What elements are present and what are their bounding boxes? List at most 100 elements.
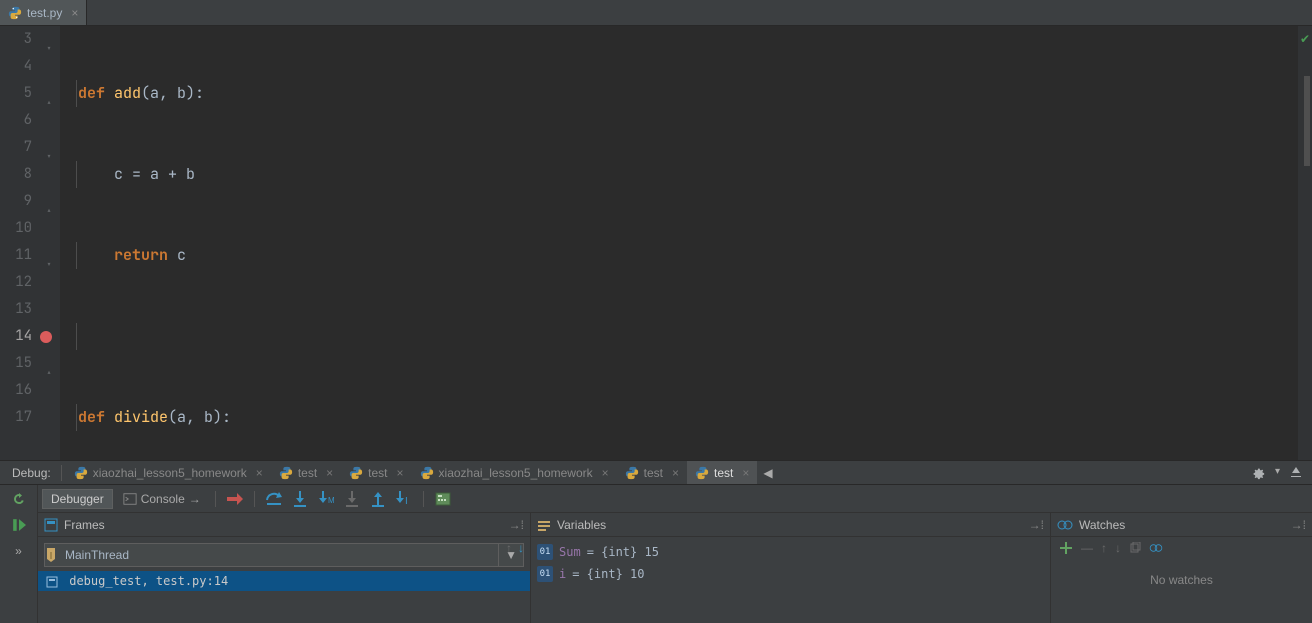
rerun-button[interactable] <box>9 489 29 509</box>
line-number: 7 <box>10 134 32 161</box>
watch-up-icon[interactable]: ↑ <box>1101 541 1107 555</box>
debug-run-tabs: Debug: xiaozhai_lesson5_homework × test … <box>0 461 1312 485</box>
line-number: 13 <box>10 296 32 323</box>
debug-panel-label: Debug: <box>6 466 57 480</box>
code-token: c <box>177 245 186 265</box>
line-number: 9 <box>10 188 32 215</box>
debug-run-tab-active[interactable]: test × <box>687 461 757 484</box>
debug-run-tab[interactable]: test × <box>617 461 687 484</box>
add-watch-icon[interactable] <box>1059 541 1073 555</box>
close-icon[interactable]: × <box>71 6 78 20</box>
debug-run-tab-label: test <box>298 466 317 480</box>
close-icon[interactable]: × <box>397 466 404 480</box>
python-run-icon <box>279 466 293 480</box>
close-icon[interactable]: × <box>742 466 749 480</box>
thread-selector[interactable]: MainThread ▼ <box>44 543 524 567</box>
breakpoint-icon[interactable] <box>40 331 52 343</box>
variable-value: = {int} 10 <box>572 567 644 581</box>
debug-run-tab-label: test <box>368 466 387 480</box>
code-token: (a, b) <box>168 407 222 427</box>
settings-dropdown-icon[interactable]: ▾ <box>1275 466 1280 480</box>
force-step-into-icon[interactable] <box>341 488 363 510</box>
thread-name: MainThread <box>65 548 129 562</box>
line-number: 14 <box>10 323 32 350</box>
resume-button[interactable] <box>9 515 29 535</box>
run-to-cursor-icon[interactable]: I <box>393 488 415 510</box>
copy-watch-icon[interactable] <box>1129 542 1141 554</box>
close-icon[interactable]: × <box>602 466 609 480</box>
dock-icon[interactable]: →⁞ <box>1291 518 1306 532</box>
editor-right-gutter[interactable]: ✔ <box>1298 26 1312 460</box>
stack-frame-label: debug_test, test.py:14 <box>69 574 228 588</box>
debug-run-tab-label: xiaozhai_lesson5_homework <box>93 466 247 480</box>
debug-run-tab-label: test <box>644 466 663 480</box>
remove-watch-icon[interactable]: — <box>1081 541 1093 555</box>
variable-name: Sum <box>559 545 581 559</box>
show-execution-point-icon[interactable] <box>224 488 246 510</box>
line-number: 12 <box>10 269 32 296</box>
python-run-icon <box>349 466 363 480</box>
python-file-icon <box>8 6 22 20</box>
editor-file-tab-label: test.py <box>27 6 62 20</box>
code-token: (a, b) <box>141 83 195 103</box>
show-watches-in-vars-icon[interactable] <box>1149 543 1163 553</box>
debug-side-toolbar: » <box>0 485 38 623</box>
variable-value: = {int} 15 <box>587 545 659 559</box>
python-run-icon <box>420 466 434 480</box>
python-run-icon <box>625 466 639 480</box>
debugger-tab[interactable]: Debugger <box>42 489 113 509</box>
variable-row[interactable]: 01 i = {int} 10 <box>537 563 1044 585</box>
console-arrow-icon: → <box>189 492 201 506</box>
console-tab[interactable]: Console → <box>117 492 207 506</box>
debug-run-tab-label: test <box>714 466 733 480</box>
step-into-icon[interactable] <box>289 488 311 510</box>
settings-gear-icon[interactable] <box>1251 466 1265 480</box>
debug-run-tab[interactable]: test × <box>271 461 341 484</box>
more-debug-icon[interactable]: » <box>9 541 29 561</box>
svg-text:M: M <box>328 496 334 505</box>
close-icon[interactable]: × <box>256 466 263 480</box>
frames-panel: Frames →⁞ ↑ ↓ <box>38 513 531 623</box>
line-number: 11 <box>10 242 32 269</box>
editor: 3▾ 4 5▴ 6 7▾ 8 9▴ 10 11▾ 12 13 14 15▴ 16… <box>0 26 1312 460</box>
evaluate-expression-icon[interactable] <box>432 488 454 510</box>
frames-title: Frames <box>64 518 105 532</box>
hide-panel-icon[interactable] <box>1290 466 1302 480</box>
code-token: : <box>195 83 204 103</box>
inspection-ok-icon[interactable]: ✔ <box>1300 32 1310 46</box>
editor-file-tab[interactable]: test.py × <box>0 0 87 25</box>
editor-gutter[interactable]: 3▾ 4 5▴ 6 7▾ 8 9▴ 10 11▾ 12 13 14 15▴ 16… <box>0 26 60 460</box>
python-run-icon <box>695 466 709 480</box>
debug-run-tab[interactable]: xiaozhai_lesson5_homework × <box>412 461 617 484</box>
watch-down-icon[interactable]: ↓ <box>1115 541 1121 555</box>
close-icon[interactable]: × <box>672 466 679 480</box>
stack-frame-row[interactable]: debug_test, test.py:14 <box>38 571 530 591</box>
debug-run-tab[interactable]: test × <box>341 461 411 484</box>
watches-panel: Watches →⁞ — ↑ ↓ <box>1051 513 1312 623</box>
fold-end-icon[interactable]: ▴ <box>42 89 52 99</box>
step-over-icon[interactable] <box>263 488 285 510</box>
variable-row[interactable]: 01 Sum = {int} 15 <box>537 541 1044 563</box>
separator <box>254 491 255 507</box>
fold-end-icon[interactable]: ▴ <box>42 197 52 207</box>
line-number: 10 <box>10 215 32 242</box>
fold-end-icon[interactable]: ▴ <box>42 359 52 369</box>
scrollbar-thumb[interactable] <box>1304 76 1310 166</box>
code-area[interactable]: def add(a, b): c = a + b return c def di… <box>60 26 1298 460</box>
frame-icon <box>46 576 58 588</box>
fold-icon[interactable]: ▾ <box>42 251 52 261</box>
frame-up-icon[interactable]: ↑ <box>506 541 512 555</box>
dock-icon[interactable]: →⁞ <box>509 518 524 532</box>
debug-run-tab[interactable]: xiaozhai_lesson5_homework × <box>66 461 271 484</box>
variables-title: Variables <box>557 518 606 532</box>
step-into-my-code-icon[interactable]: M <box>315 488 337 510</box>
separator <box>61 465 62 481</box>
dock-icon[interactable]: →⁞ <box>1029 518 1044 532</box>
frame-down-icon[interactable]: ↓ <box>518 541 524 555</box>
fold-icon[interactable]: ▾ <box>42 35 52 45</box>
watches-icon <box>1057 519 1073 531</box>
scroll-tabs-left-icon[interactable]: ◀ <box>763 466 772 480</box>
step-out-icon[interactable] <box>367 488 389 510</box>
fold-icon[interactable]: ▾ <box>42 143 52 153</box>
close-icon[interactable]: × <box>326 466 333 480</box>
